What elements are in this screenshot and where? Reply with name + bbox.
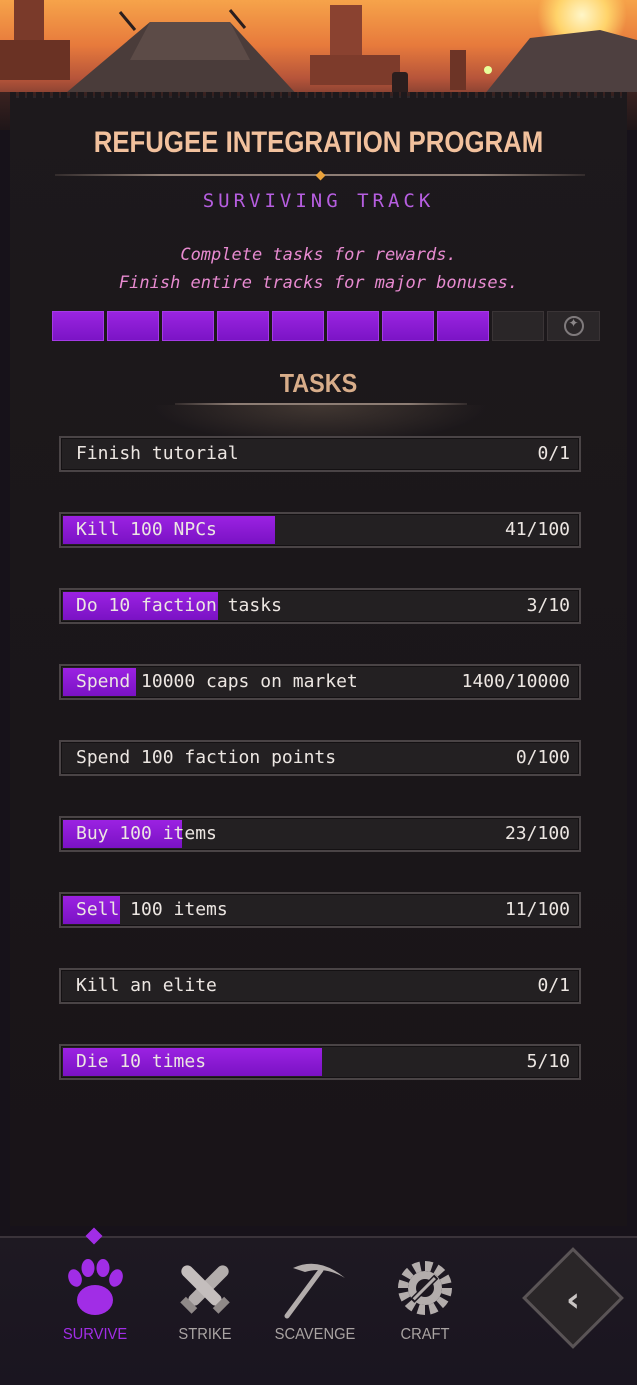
star-compass-icon	[563, 316, 584, 336]
tasks-divider	[175, 403, 467, 405]
task-count: 23/100	[504, 823, 570, 844]
task-label: Kill an elite	[76, 975, 217, 996]
task-label: Kill 100 NPCs	[76, 519, 217, 540]
track-segment	[217, 311, 269, 341]
page-title: REFUGEE INTEGRATION PROGRAM	[93, 126, 544, 159]
nav-strike[interactable]: STRIKE	[155, 1256, 255, 1356]
nav-label-craft: CRAFT	[400, 1326, 450, 1343]
task-count: 41/100	[504, 519, 570, 540]
track-segment	[162, 311, 214, 341]
crossed-bullets-icon	[180, 1265, 230, 1314]
nav-survive[interactable]: SURVIVE	[45, 1256, 145, 1356]
task-count: 5/10	[526, 1051, 570, 1072]
task-row[interactable]: Kill an elite 0/1	[59, 968, 581, 1004]
track-progress-bar	[52, 311, 600, 341]
nav-craft[interactable]: CRAFT	[375, 1256, 475, 1356]
nav-label-survive: SURVIVE	[62, 1326, 128, 1343]
task-row[interactable]: Die 10 times 5/10	[59, 1044, 581, 1080]
task-row[interactable]: Do 10 faction tasks 3/10	[59, 588, 581, 624]
task-label: Sell 100 items	[76, 899, 228, 920]
task-row[interactable]: Buy 100 items 23/100	[59, 816, 581, 852]
tasks-heading: TASKS	[279, 368, 358, 398]
paw-icon	[68, 1259, 123, 1315]
description-line-2: Finish entire tracks for major bonuses.	[118, 273, 519, 293]
description-line-1: Complete tasks for rewards.	[180, 245, 457, 265]
task-row[interactable]: Sell 100 items 11/100	[59, 892, 581, 928]
task-row[interactable]: Spend 100 faction points 0/100	[59, 740, 581, 776]
track-segment	[492, 311, 544, 341]
task-label: Spend 10000 caps on market	[76, 671, 358, 692]
task-label: Die 10 times	[76, 1051, 207, 1072]
track-segment	[107, 311, 159, 341]
nav-label-strike: STRIKE	[178, 1326, 232, 1343]
track-reward-button[interactable]	[547, 311, 600, 341]
track-segment	[272, 311, 324, 341]
gear-wrench-icon	[398, 1261, 452, 1315]
track-segment	[327, 311, 379, 341]
task-row[interactable]: Finish tutorial 0/1	[59, 436, 581, 472]
chevron-left-icon[interactable]: ‹	[550, 1278, 596, 1324]
task-label: Do 10 faction tasks	[76, 595, 282, 616]
track-segment	[437, 311, 489, 341]
task-count: 1400/10000	[461, 671, 570, 692]
task-count: 0/1	[537, 975, 570, 996]
task-label: Buy 100 items	[76, 823, 217, 844]
track-segment	[52, 311, 104, 341]
track-segment	[382, 311, 434, 341]
nav-scavenge[interactable]: SCAVENGE	[265, 1256, 365, 1356]
track-name: SURVIVING TRACK	[202, 190, 435, 212]
task-row[interactable]: Kill 100 NPCs 41/100	[59, 512, 581, 548]
task-label: Finish tutorial	[76, 443, 239, 464]
task-count: 11/100	[504, 899, 570, 920]
task-row[interactable]: Spend 10000 caps on market 1400/10000	[59, 664, 581, 700]
task-count: 0/1	[537, 443, 570, 464]
task-count: 3/10	[526, 595, 570, 616]
nav-label-scavenge: SCAVENGE	[274, 1326, 356, 1343]
task-label: Spend 100 faction points	[76, 747, 337, 768]
pickaxe-icon	[284, 1263, 345, 1319]
task-count: 0/100	[515, 747, 570, 768]
